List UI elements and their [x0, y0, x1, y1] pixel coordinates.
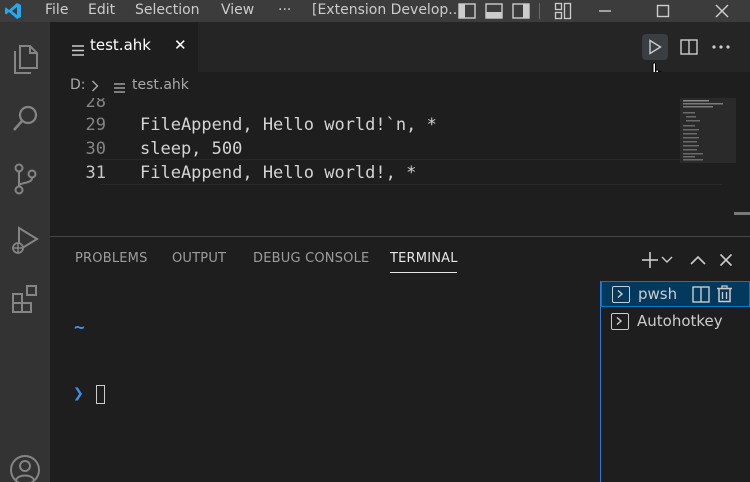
explorer-icon[interactable] — [0, 37, 50, 81]
run-file-button[interactable] — [642, 34, 668, 60]
terminal-input-prompt: ❯ — [73, 383, 84, 404]
minimize-icon[interactable] — [590, 0, 620, 22]
code-text: sleep, 500 — [140, 139, 243, 159]
active-tab-indicator — [390, 272, 457, 273]
tab-test-ahk[interactable]: test.ahk ✕ — [50, 22, 198, 72]
terminal-output[interactable]: ~ ❯ — [50, 281, 600, 482]
menu-edit[interactable]: Edit — [88, 2, 115, 18]
breadcrumb-file[interactable]: test.ahk — [132, 77, 189, 93]
activity-bar — [0, 22, 50, 482]
code-line: 29 FileAppend, Hello world!`n, * — [50, 113, 672, 137]
split-terminal-icon[interactable] — [692, 286, 710, 307]
tab-close-icon[interactable]: ✕ — [174, 36, 187, 54]
tab-output[interactable]: OUTPUT — [172, 251, 226, 266]
window-title: [Extension Develop... — [312, 2, 462, 18]
tab-debug-console[interactable]: DEBUG CONSOLE — [253, 251, 369, 266]
terminal-dropdown-chevron-icon[interactable] — [659, 249, 675, 271]
customize-layout-icon[interactable] — [552, 0, 574, 22]
code-line: 30 sleep, 500 — [50, 137, 672, 161]
code-line: 31 FileAppend, Hello world!, * — [50, 161, 672, 185]
new-terminal-icon[interactable] — [639, 249, 661, 271]
code-line: 28 — [50, 98, 672, 114]
line-number: 29 — [85, 115, 106, 135]
extensions-icon[interactable] — [0, 277, 50, 321]
line-number: 28 — [85, 98, 106, 112]
menu-lines-icon — [72, 41, 84, 60]
terminal-cursor — [96, 385, 105, 404]
tab-terminal[interactable]: TERMINAL — [390, 251, 458, 266]
terminal-item-pwsh[interactable]: pwsh — [601, 281, 750, 307]
line-number: 30 — [85, 139, 106, 159]
terminal-tabs-list: pwsh Autohotkey — [600, 281, 750, 482]
terminal-path-prompt: ~ — [74, 317, 85, 338]
close-window-icon[interactable] — [707, 0, 737, 22]
terminal-icon — [612, 286, 630, 303]
account-icon[interactable] — [0, 448, 50, 482]
breadcrumb: D: test.ahk — [50, 72, 750, 98]
vscode-logo-icon — [2, 0, 24, 22]
tab-label: test.ahk — [90, 36, 151, 54]
terminal-item-label: Autohotkey — [637, 312, 723, 330]
more-actions-icon[interactable] — [708, 34, 734, 60]
terminal-icon — [611, 313, 629, 330]
source-control-icon[interactable] — [0, 157, 50, 201]
editor-tab-strip: test.ahk ✕ — [50, 22, 750, 86]
line-number: 31 — [85, 163, 106, 183]
breadcrumb-drive[interactable]: D: — [70, 77, 86, 93]
bottom-panel: PROBLEMS OUTPUT DEBUG CONSOLE TERMINAL ~… — [50, 236, 750, 482]
terminal-item-label: pwsh — [638, 285, 678, 303]
file-lines-icon — [114, 81, 125, 97]
code-text: FileAppend, Hello world!, * — [140, 163, 417, 183]
editor-scrollbar[interactable] — [734, 212, 750, 215]
chevron-right-icon — [91, 80, 99, 96]
title-bar: File Edit Selection View ··· [Extension … — [0, 0, 750, 22]
toggle-primary-sidebar-icon[interactable] — [456, 0, 478, 22]
terminal-item-autohotkey[interactable]: Autohotkey — [601, 309, 750, 335]
maximize-icon[interactable] — [648, 0, 678, 22]
minimap[interactable] — [680, 98, 736, 168]
maximize-panel-chevron-up-icon[interactable] — [687, 249, 709, 271]
tab-problems[interactable]: PROBLEMS — [75, 251, 148, 266]
run-debug-icon[interactable] — [0, 218, 50, 262]
titlebar-divider — [539, 0, 541, 22]
search-icon[interactable] — [0, 97, 50, 141]
trash-icon[interactable] — [716, 285, 733, 307]
toggle-panel-icon[interactable] — [483, 0, 505, 22]
toggle-secondary-sidebar-icon[interactable] — [510, 0, 532, 22]
menu-more[interactable]: ··· — [278, 2, 291, 18]
close-panel-icon[interactable] — [715, 249, 737, 271]
code-editor[interactable]: 28 29 FileAppend, Hello world!`n, * 30 s… — [50, 98, 750, 236]
split-editor-icon[interactable] — [676, 34, 702, 60]
code-text: FileAppend, Hello world!`n, * — [140, 115, 437, 135]
menu-view[interactable]: View — [221, 2, 254, 18]
menu-file[interactable]: File — [45, 2, 68, 18]
menu-selection[interactable]: Selection — [135, 2, 200, 18]
